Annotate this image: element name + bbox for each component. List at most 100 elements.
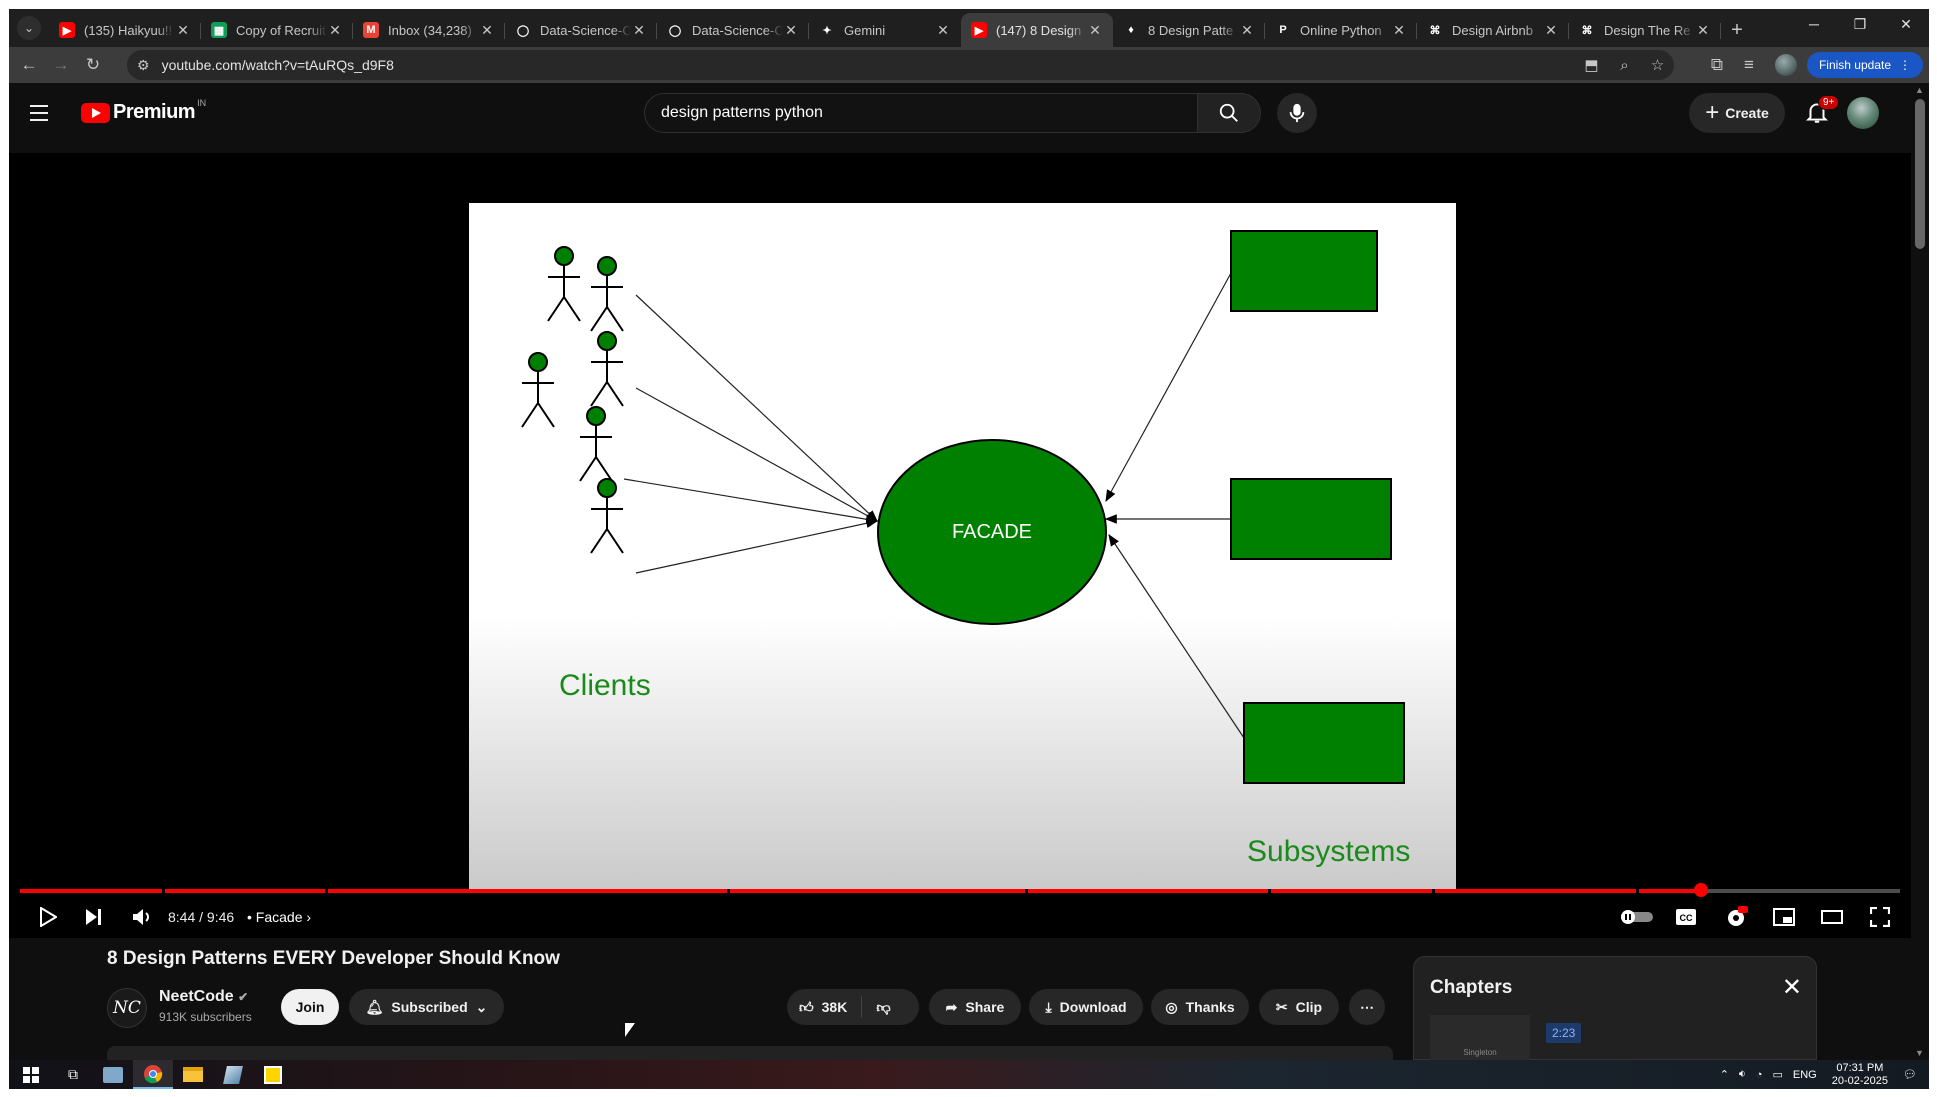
app-icon[interactable] xyxy=(93,1060,133,1089)
play-icon[interactable] xyxy=(33,903,63,931)
browser-tab[interactable]: ◯ Data-Science-C ✕ xyxy=(505,13,657,47)
close-tab-icon[interactable]: ✕ xyxy=(175,22,191,39)
scroll-down-icon[interactable]: ▼ xyxy=(1915,1048,1924,1058)
browser-tab[interactable]: ▶ (135) Haikyuu!! ✕ xyxy=(49,13,201,47)
battery-icon[interactable]: ▭ xyxy=(1773,1068,1783,1081)
voice-search-button[interactable] xyxy=(1277,93,1317,133)
sticky-notes-icon[interactable] xyxy=(253,1060,293,1089)
close-tab-icon[interactable]: ✕ xyxy=(327,22,343,39)
channel-name-link[interactable]: NeetCode ✔ xyxy=(159,988,248,1006)
wifi-icon[interactable]: ◔ xyxy=(1756,1069,1763,1081)
browser-tab[interactable]: ♦ 8 Design Patte ✕ xyxy=(1113,13,1265,47)
thumbs-down-icon[interactable]: 👎︎ xyxy=(876,999,890,1016)
close-icon[interactable]: ✕ xyxy=(1782,973,1802,1002)
facade-diagram xyxy=(521,230,1405,784)
profile-avatar[interactable] xyxy=(1774,54,1797,76)
close-tab-icon[interactable]: ✕ xyxy=(1695,22,1711,39)
miniplayer-icon[interactable] xyxy=(1769,903,1799,931)
join-button[interactable]: Join xyxy=(281,989,339,1025)
finish-update-button[interactable]: Finish update ⋮ xyxy=(1806,52,1923,78)
windows-start-icon[interactable] xyxy=(9,1060,53,1089)
close-tab-icon[interactable]: ✕ xyxy=(479,22,495,39)
close-window-icon[interactable]: ✕ xyxy=(1883,9,1929,39)
progress-scrubber[interactable] xyxy=(1694,883,1708,897)
youtube-logo[interactable]: Premium IN xyxy=(81,98,206,124)
close-tab-icon[interactable]: ✕ xyxy=(631,22,647,39)
zoom-icon[interactable]: ⌕ xyxy=(1608,57,1641,74)
browser-tab[interactable]: ▶ (147) 8 Design ✕ xyxy=(961,13,1113,47)
share-icon: ➦ xyxy=(945,998,958,1015)
close-tab-icon[interactable]: ✕ xyxy=(1391,22,1407,39)
app-icon[interactable] xyxy=(213,1060,253,1089)
like-button[interactable]: 👍︎ 38K xyxy=(799,999,847,1016)
media-controls-icon[interactable]: ≡ xyxy=(1733,49,1765,81)
site-info-icon[interactable]: ⚙ xyxy=(137,57,150,74)
close-tab-icon[interactable]: ✕ xyxy=(1239,22,1255,39)
volume-icon[interactable]: 🔉︎ xyxy=(1739,1068,1746,1081)
notification-center-icon[interactable]: 💬︎ xyxy=(1903,1068,1917,1081)
close-tab-icon[interactable]: ✕ xyxy=(1087,22,1103,39)
browser-tab[interactable]: M Inbox (34,238) ✕ xyxy=(353,13,505,47)
thanks-button[interactable]: ◎ Thanks xyxy=(1151,989,1249,1025)
next-video-icon[interactable] xyxy=(79,903,109,931)
channel-avatar[interactable]: NC xyxy=(107,988,147,1028)
back-icon[interactable]: ← xyxy=(13,49,45,81)
chevron-up-icon[interactable]: ⌃ xyxy=(1720,1068,1729,1081)
chapter-timestamp[interactable]: 2:23 xyxy=(1546,1023,1582,1043)
search-button[interactable] xyxy=(1197,93,1261,133)
autoplay-toggle[interactable] xyxy=(1619,903,1655,931)
clock[interactable]: 07:31 PM 20-02-2025 xyxy=(1832,1062,1888,1088)
scrollbar-thumb[interactable] xyxy=(1915,99,1925,249)
menu-icon[interactable] xyxy=(30,105,48,121)
page-scrollbar[interactable]: ▲ ▼ xyxy=(1911,83,1929,1060)
account-avatar[interactable] xyxy=(1847,97,1879,129)
file-explorer-icon[interactable] xyxy=(173,1060,213,1089)
windows-taskbar: ⧉ ⌃ 🔉︎ ◔ ▭ ENG 07:31 PM 20-02-2025 💬︎ xyxy=(9,1060,1929,1089)
description-box[interactable] xyxy=(107,1046,1393,1060)
new-tab-button[interactable]: + xyxy=(1721,15,1753,45)
forward-icon[interactable]: → xyxy=(45,49,77,81)
client-stick-figure xyxy=(521,352,555,428)
scroll-up-icon[interactable]: ▲ xyxy=(1915,85,1924,95)
bookmark-star-icon[interactable]: ☆ xyxy=(1641,56,1674,74)
close-tab-icon[interactable]: ✕ xyxy=(935,22,951,39)
subscribed-label: Subscribed xyxy=(391,999,468,1015)
progress-bar[interactable] xyxy=(20,883,1900,897)
restore-icon[interactable]: ❐ xyxy=(1837,9,1883,39)
chrome-icon[interactable] xyxy=(133,1060,173,1089)
fullscreen-icon[interactable] xyxy=(1865,903,1895,931)
close-tab-icon[interactable]: ✕ xyxy=(783,22,799,39)
browser-tab[interactable]: ✦ Gemini ✕ xyxy=(809,13,961,47)
tab-search-button[interactable]: ⌄ xyxy=(13,13,45,43)
minimize-icon[interactable]: ─ xyxy=(1791,9,1837,39)
facade-label: FACADE xyxy=(952,521,1033,543)
extensions-icon[interactable]: ⧉ xyxy=(1701,49,1733,81)
browser-tab[interactable]: P Online Python ✕ xyxy=(1265,13,1417,47)
close-tab-icon[interactable]: ✕ xyxy=(1543,22,1559,39)
share-button[interactable]: ➦ Share xyxy=(929,989,1021,1025)
clip-button[interactable]: ✂ Clip xyxy=(1259,989,1339,1025)
search-input[interactable]: design patterns python ✕ xyxy=(644,93,1244,133)
subscribed-button[interactable]: 🔔︎ Subscribed ⌄ xyxy=(349,989,504,1025)
language-indicator[interactable]: ENG xyxy=(1793,1069,1817,1081)
reload-icon[interactable]: ↻ xyxy=(77,49,109,81)
task-view-icon[interactable]: ⧉ xyxy=(53,1060,93,1089)
favicon-icon: P xyxy=(1275,22,1291,38)
browser-tab[interactable]: ⌘ Design Airbnb ✕ xyxy=(1417,13,1569,47)
browser-tab[interactable]: ◯ Data-Science-C ✕ xyxy=(657,13,809,47)
chapter-title-button[interactable]: • Facade › xyxy=(247,909,311,925)
create-button[interactable]: + Create xyxy=(1689,93,1785,133)
browser-tab[interactable]: ▦ Copy of Recruit ✕ xyxy=(201,13,353,47)
theater-mode-icon[interactable] xyxy=(1817,903,1847,931)
settings-gear-icon[interactable] xyxy=(1721,903,1751,931)
install-app-icon[interactable]: ⬒ xyxy=(1575,56,1608,74)
video-player[interactable]: FACADE Clients Subsystems 8:44 / 9:46 • … xyxy=(9,153,1911,938)
browser-tab[interactable]: ⌘ Design The Re ✕ xyxy=(1569,13,1721,47)
chapter-thumbnail[interactable]: Singleton xyxy=(1430,1015,1530,1061)
address-bar[interactable]: ⚙ youtube.com/watch?v=tAuRQs_d9F8 ⬒ ⌕ ☆ xyxy=(127,50,1674,80)
download-button[interactable]: ⤓ Download xyxy=(1029,989,1143,1025)
more-actions-button[interactable]: ⋯ xyxy=(1349,989,1385,1025)
volume-icon[interactable] xyxy=(127,903,157,931)
time-display: 8:44 / 9:46 xyxy=(168,909,235,925)
subtitles-icon[interactable]: CC xyxy=(1671,903,1701,931)
